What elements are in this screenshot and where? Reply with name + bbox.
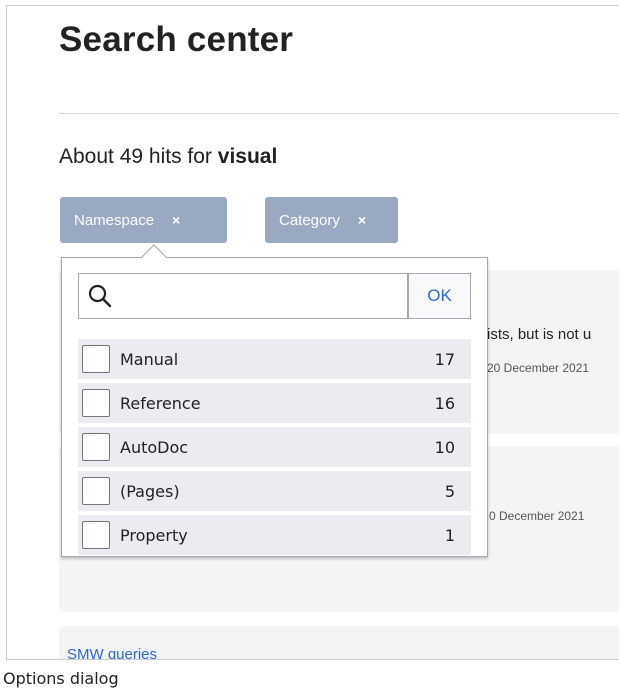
option-count: 16 [434,393,455,413]
result-date: 0 December 2021 [489,509,585,523]
filter-label-category: Category [279,211,340,229]
option-label: AutoDoc [120,437,189,457]
option-label: Property [120,525,188,545]
search-icon [88,284,112,308]
option-property[interactable]: Property 1 [78,515,471,555]
filter-pill-category[interactable]: Category × [265,197,398,243]
option-count: 5 [444,481,455,501]
option-reference[interactable]: Reference 16 [78,383,471,423]
option-checkbox[interactable] [82,477,110,505]
title-divider [59,113,619,114]
hits-prefix: About 49 hits for [59,145,218,168]
namespace-filter-dropdown: OK Manual 17 Reference 16 AutoDoc 10 (Pa… [61,244,488,557]
option-count: 10 [434,437,455,457]
option-count: 1 [444,525,455,545]
image-caption: Options dialog [3,669,119,688]
option-count: 17 [434,349,455,369]
remove-filter-namespace-icon[interactable]: × [172,212,180,228]
page-title: Search center [59,20,294,59]
option-autodoc[interactable]: AutoDoc 10 [78,427,471,467]
result-date: 20 December 2021 [487,361,590,375]
dropdown-pointer [141,244,167,270]
filter-search-box [78,273,408,319]
result-snippet: ists, but is not u [487,326,592,343]
option-label: (Pages) [120,481,180,501]
option-manual[interactable]: Manual 17 [78,339,471,379]
hits-summary: About 49 hits for visual [59,145,277,169]
search-center-panel: Search center About 49 hits for visual N… [6,5,619,660]
smw-queries-link[interactable]: SMW queries [67,646,157,659]
option-checkbox[interactable] [82,433,110,461]
option-label: Reference [120,393,201,413]
filter-pill-namespace[interactable]: Namespace × [60,197,227,243]
remove-filter-category-icon[interactable]: × [358,212,366,228]
filter-search-input[interactable] [119,280,399,312]
option-checkbox[interactable] [82,345,110,373]
option-checkbox[interactable] [82,521,110,549]
search-query: visual [217,145,278,168]
option-checkbox[interactable] [82,389,110,417]
option-pages[interactable]: (Pages) 5 [78,471,471,511]
ok-button[interactable]: OK [408,273,471,319]
filter-label-namespace: Namespace [74,211,155,229]
option-label: Manual [120,349,179,369]
